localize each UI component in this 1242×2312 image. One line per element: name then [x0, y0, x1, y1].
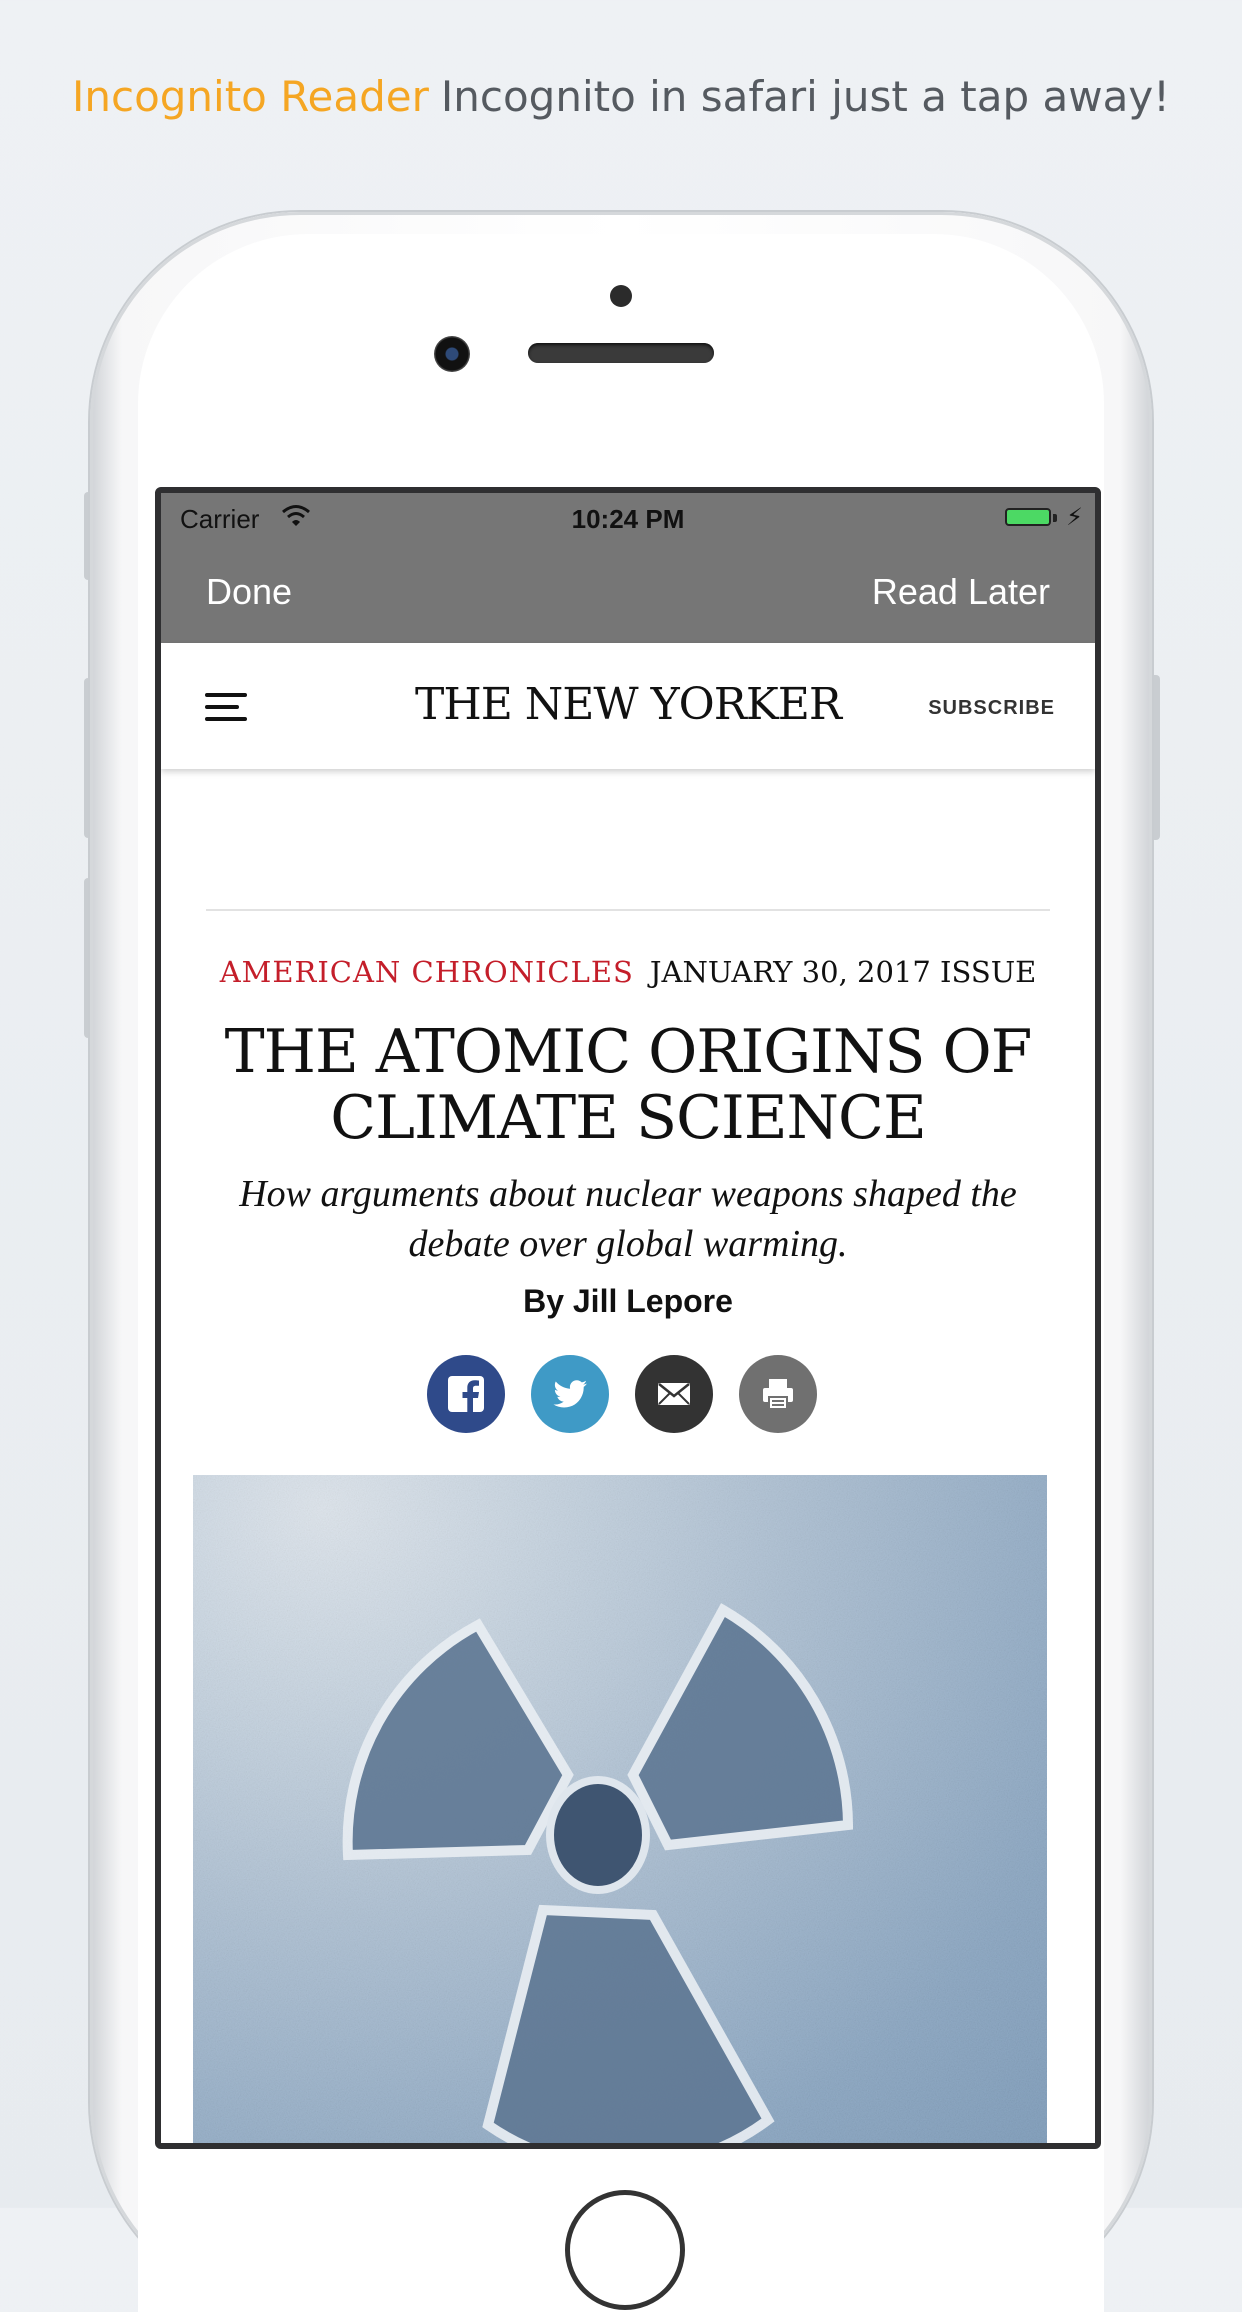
headline-line-1: THE ATOMIC ORIGINS OF: [224, 1017, 1033, 1087]
issue-link[interactable]: JANUARY 30, 2017 ISSUE: [650, 955, 1036, 989]
reader-toolbar: Done Read Later: [161, 543, 1095, 643]
headline-line-2: CLIMATE SCIENCE: [330, 1083, 927, 1153]
app-name: Incognito Reader: [71, 72, 429, 121]
print-button[interactable]: [739, 1355, 817, 1433]
print-icon: [763, 1379, 793, 1410]
done-button[interactable]: Done: [206, 571, 292, 613]
twitter-icon: [553, 1380, 587, 1408]
home-button[interactable]: [565, 2190, 685, 2310]
email-icon: [658, 1383, 690, 1405]
radiation-symbol-icon: [193, 1475, 1047, 2143]
earpiece-speaker: [528, 343, 714, 363]
front-camera-icon: [434, 336, 470, 372]
facebook-icon: [448, 1376, 484, 1412]
article-headline: THE ATOMIC ORIGINS OF CLIMATE SCIENCE: [201, 1019, 1055, 1151]
tagline: Incognito Reader Incognito in safari just…: [0, 72, 1242, 121]
subscribe-link[interactable]: SUBSCRIBE: [928, 697, 1055, 720]
article-byline[interactable]: By Jill Lepore: [161, 1283, 1095, 1320]
read-later-button[interactable]: Read Later: [872, 571, 1050, 613]
proximity-sensor: [610, 285, 632, 307]
article-meta: AMERICAN CHRONICLES JANUARY 30, 2017 ISSU…: [161, 955, 1095, 989]
twitter-share-button[interactable]: [531, 1355, 609, 1433]
divider: [206, 909, 1050, 911]
phone-screen: Carrier 10:24 PM ⚡ Done Read Later THE N…: [155, 487, 1101, 2149]
email-share-button[interactable]: [635, 1355, 713, 1433]
article-dek: How arguments about nuclear weapons shap…: [239, 1173, 1017, 1265]
charging-icon: ⚡: [1066, 504, 1083, 531]
status-bar: Carrier 10:24 PM ⚡: [161, 493, 1095, 543]
rubric-link[interactable]: AMERICAN CHRONICLES: [220, 955, 634, 989]
site-header: THE NEW YORKER SUBSCRIBE: [161, 643, 1095, 769]
hero-image: [193, 1475, 1047, 2143]
status-time: 10:24 PM: [571, 504, 685, 534]
battery-icon: [1005, 508, 1051, 526]
tagline-text: Incognito in safari just a tap away!: [440, 72, 1171, 121]
facebook-share-button[interactable]: [427, 1355, 505, 1433]
battery-tip: [1053, 514, 1057, 522]
